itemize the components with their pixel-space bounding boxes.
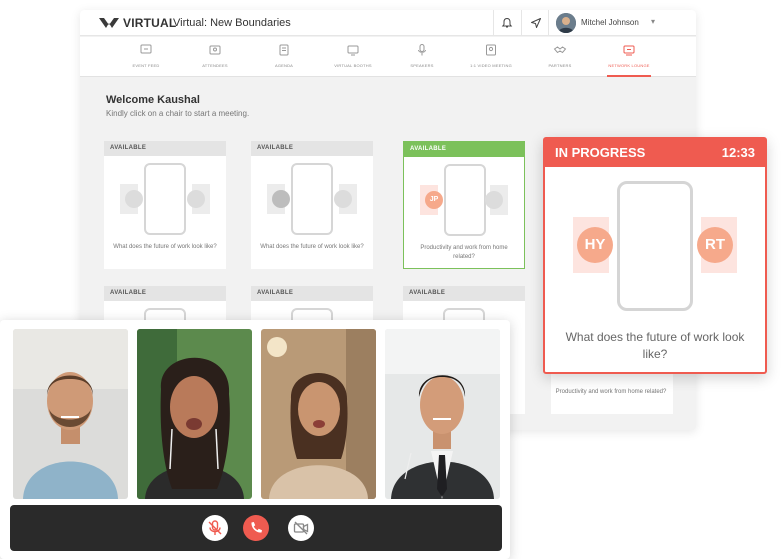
seat-occupant-initials: JP [425, 191, 443, 209]
meeting-timer: 12:33 [721, 145, 755, 160]
divider [521, 10, 522, 36]
seat-left[interactable] [120, 184, 143, 214]
seat-left[interactable]: JP [420, 185, 443, 215]
tab-label: SPEAKERS [410, 63, 434, 68]
divider [493, 10, 494, 36]
attendees-icon [209, 45, 221, 55]
tab-attendees[interactable]: ATTENDEES [181, 43, 249, 75]
tab-network-lounge[interactable]: NETWORK LOUNGE [595, 43, 663, 77]
video-tile[interactable] [137, 329, 252, 499]
seat-occupant-initials: HY [577, 227, 613, 263]
participant-video [137, 329, 252, 499]
partners-icon [553, 46, 567, 54]
main-nav: EVENT FEED ATTENDEES AGENDA VIRTUAL BOOT… [80, 37, 696, 77]
table-status: AVAILABLE [104, 286, 226, 301]
seat-left[interactable]: HY [573, 217, 613, 273]
video-off-icon[interactable] [288, 515, 314, 541]
seat-left[interactable] [267, 184, 290, 214]
seat-right[interactable] [187, 184, 210, 214]
tab-speakers[interactable]: SPEAKERS [388, 43, 456, 75]
seat-empty [187, 190, 205, 208]
seat-empty [272, 190, 290, 208]
virtual-logo-icon [99, 18, 119, 28]
table-status: AVAILABLE [104, 141, 226, 156]
table-shape [617, 181, 693, 311]
event-feed-icon [140, 44, 152, 54]
tab-label: PARTNERS [548, 63, 572, 68]
table-status: AVAILABLE [403, 286, 525, 301]
event-title: Virtual: New Boundaries [173, 17, 291, 29]
send-icon[interactable] [530, 17, 542, 29]
table-status: AVAILABLE [251, 286, 373, 301]
tab-event-feed[interactable]: EVENT FEED [112, 43, 180, 75]
table-topic: What does the future of work look like? [260, 244, 364, 250]
seat-occupant-initials: RT [697, 227, 733, 263]
participant-video [385, 329, 500, 499]
table-shape [291, 163, 333, 235]
bell-icon[interactable] [501, 17, 513, 29]
seat-empty [485, 191, 503, 209]
video-call-panel [0, 320, 510, 559]
seat-empty [334, 190, 352, 208]
avatar-photo [556, 13, 576, 33]
table-shape [444, 164, 486, 236]
seat-right[interactable] [334, 184, 357, 214]
speakers-icon [418, 44, 426, 56]
chevron-down-icon[interactable]: ▾ [651, 17, 655, 26]
table-card[interactable]: AVAILABLE What does the future of work l… [251, 141, 373, 269]
table-topic: Productivity and work from home related? [555, 389, 667, 395]
tab-label: AGENDA [274, 63, 294, 68]
agenda-icon [279, 44, 289, 56]
mute-mic-icon[interactable] [202, 515, 228, 541]
video-meeting-icon [486, 44, 496, 56]
divider [548, 10, 549, 36]
table-status: AVAILABLE [404, 142, 524, 157]
video-tile[interactable] [13, 329, 128, 499]
tab-virtual-booths[interactable]: VIRTUAL BOOTHS [319, 43, 387, 75]
tab-agenda[interactable]: AGENDA [250, 43, 318, 75]
table-topic: Productivity and work from home related? [420, 245, 508, 260]
call-controls-bar [10, 505, 502, 551]
lounge-subtitle: Kindly click on a chair to start a meeti… [106, 109, 250, 118]
table-topic: What does the future of work look like? [113, 244, 217, 250]
tab-label: EVENT FEED [132, 63, 160, 68]
participant-video [13, 329, 128, 499]
participant-video [261, 329, 376, 499]
in-progress-card[interactable]: IN PROGRESS 12:33 HY RT What does the fu… [543, 137, 767, 374]
avatar[interactable] [556, 13, 576, 33]
table-status: AVAILABLE [251, 141, 373, 156]
table-card-selected[interactable]: AVAILABLE JP Productivity and work from … [403, 141, 525, 269]
seat-right[interactable] [485, 185, 508, 215]
user-name[interactable]: Mitchel Johnson [581, 18, 639, 27]
tab-label: ATTENDEES [202, 63, 228, 68]
top-bar: VIRTUAL Virtual: New Boundaries Mitchel … [80, 10, 696, 36]
table-shape [144, 163, 186, 235]
end-call-icon[interactable] [243, 515, 269, 541]
seat-right[interactable]: RT [697, 217, 737, 273]
tab-partners[interactable]: PARTNERS [526, 43, 594, 75]
video-tile[interactable] [385, 329, 500, 499]
tab-label: VIRTUAL BOOTHS [334, 63, 372, 68]
in-progress-header: IN PROGRESS 12:33 [545, 139, 765, 167]
seat-empty [125, 190, 143, 208]
brand[interactable]: VIRTUAL [98, 16, 176, 30]
tab-label: 1:1 VIDEO MEETING [470, 63, 512, 68]
tab-label: NETWORK LOUNGE [608, 63, 650, 68]
table-topic: What does the future of work look like? [565, 330, 745, 361]
in-progress-status: IN PROGRESS [555, 145, 646, 160]
tab-video-meeting[interactable]: 1:1 VIDEO MEETING [457, 43, 525, 75]
video-tile[interactable] [261, 329, 376, 499]
virtual-booths-icon [347, 45, 359, 56]
table-card[interactable]: AVAILABLE What does the future of work l… [104, 141, 226, 269]
brand-name: VIRTUAL [123, 16, 177, 30]
welcome-heading: Welcome Kaushal [106, 94, 200, 106]
network-lounge-icon [623, 45, 635, 56]
